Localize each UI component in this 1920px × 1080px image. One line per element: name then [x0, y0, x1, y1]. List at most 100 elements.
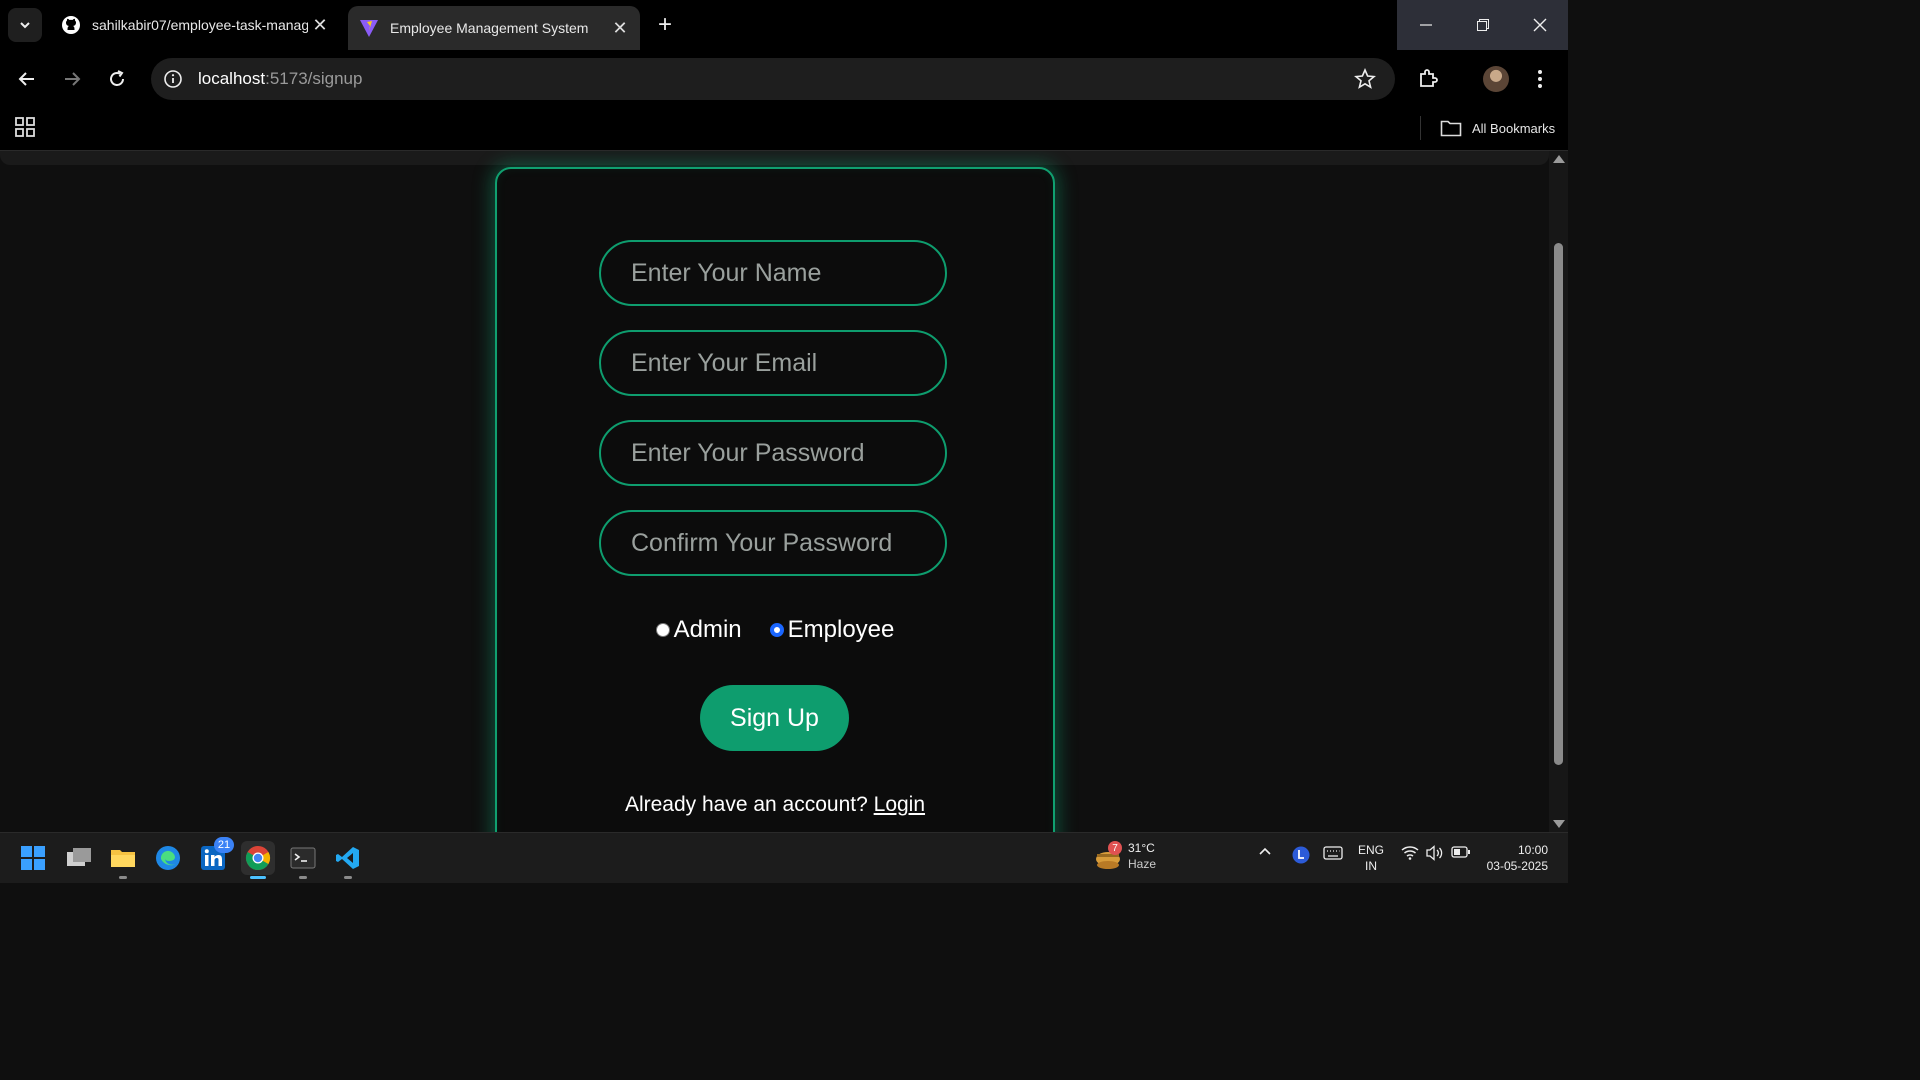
edge-icon: [156, 846, 180, 870]
linkedin-button[interactable]: 21: [196, 837, 234, 875]
scroll-thumb[interactable]: [1554, 243, 1563, 765]
profile-avatar[interactable]: [1483, 66, 1509, 92]
close-icon: [1533, 18, 1546, 32]
clock-time: 10:00: [1517, 843, 1548, 857]
tray-app-button[interactable]: [1291, 845, 1311, 865]
sign-up-button[interactable]: Sign Up: [700, 685, 849, 751]
scroll-up-arrow-icon[interactable]: [1553, 155, 1565, 163]
running-indicator: [119, 876, 127, 879]
more-vertical-icon: [1538, 70, 1542, 88]
reload-button[interactable]: [100, 62, 134, 96]
clock-app-icon: [1292, 846, 1310, 864]
notification-badge: 21: [214, 837, 234, 853]
url-path: :5173/signup: [265, 69, 363, 88]
keyboard-icon: [1323, 846, 1343, 860]
folder-icon: [1440, 119, 1462, 137]
back-button[interactable]: [10, 62, 44, 96]
bookmarks-bar: All Bookmarks: [0, 108, 1568, 151]
folder-icon: [111, 850, 135, 867]
email-input[interactable]: [599, 330, 947, 396]
chrome-icon: [245, 846, 271, 871]
system-clock[interactable]: 10:00 03-05-2025: [1482, 842, 1548, 874]
apps-grid-icon[interactable]: [14, 116, 36, 138]
tab-search-button[interactable]: [8, 8, 42, 42]
start-button[interactable]: [16, 841, 50, 875]
address-bar[interactable]: localhost:5173/signup: [151, 58, 1395, 100]
weather-widget[interactable]: 7 31°C Haze: [1094, 840, 1156, 872]
task-view-icon: [67, 848, 91, 866]
login-link[interactable]: Login: [874, 793, 925, 816]
employee-label: Employee: [787, 616, 895, 643]
running-indicator: [299, 876, 307, 879]
name-input[interactable]: [599, 240, 947, 306]
employee-radio[interactable]: [769, 623, 784, 637]
browser-toolbar: localhost:5173/signup: [0, 50, 1568, 108]
tab-github[interactable]: sahilkabir07/employee-task-manager ✕: [50, 0, 340, 50]
url-text[interactable]: localhost:5173/signup: [198, 69, 362, 89]
bookmark-star-icon[interactable]: [1353, 67, 1377, 91]
page-viewport: Admin Employee Sign Up Already have an a…: [0, 151, 1549, 832]
chrome-button[interactable]: [241, 841, 275, 879]
role-admin[interactable]: Admin: [655, 616, 742, 644]
close-window-button[interactable]: [1511, 0, 1568, 50]
reload-icon: [110, 70, 124, 86]
clock-date: 03-05-2025: [1486, 859, 1548, 873]
extensions-button[interactable]: [1411, 62, 1445, 96]
chevron-down-icon: [20, 22, 30, 29]
restore-button[interactable]: [1454, 0, 1511, 50]
vite-icon: [358, 17, 380, 39]
github-icon: [60, 14, 82, 36]
login-prompt: Already have an account? Login: [497, 793, 1053, 817]
volume-icon: [1426, 845, 1443, 861]
signup-card: Admin Employee Sign Up Already have an a…: [495, 167, 1055, 832]
all-bookmarks-button[interactable]: All Bookmarks: [1440, 116, 1555, 140]
restore-icon: [1476, 19, 1489, 31]
show-hidden-icons-button[interactable]: [1258, 845, 1272, 859]
admin-label: Admin: [673, 616, 742, 643]
close-tab-icon[interactable]: ✕: [308, 13, 332, 37]
arrow-left-icon: [18, 72, 34, 86]
role-employee[interactable]: Employee: [769, 616, 895, 644]
weather-condition: Haze: [1128, 857, 1157, 871]
scroll-down-arrow-icon[interactable]: [1553, 820, 1565, 828]
wifi-button[interactable]: [1401, 845, 1419, 861]
running-indicator: [344, 876, 352, 879]
windows-logo-icon: [21, 846, 45, 870]
volume-button[interactable]: [1425, 845, 1445, 861]
language-code: ENG: [1358, 843, 1385, 857]
terminal-button[interactable]: [286, 841, 320, 879]
edge-button[interactable]: [151, 841, 185, 875]
tab-employee-management[interactable]: Employee Management System ✕: [348, 6, 640, 50]
already-text: Already have an account?: [624, 793, 868, 816]
chevron-up-icon: [1259, 847, 1271, 855]
new-tab-button[interactable]: +: [650, 10, 680, 40]
weather-badge: 7: [1108, 841, 1122, 855]
password-input[interactable]: [599, 420, 947, 486]
task-view-button[interactable]: [62, 841, 96, 875]
file-explorer-button[interactable]: [106, 841, 140, 879]
puzzle-icon: [1420, 69, 1438, 87]
role-selector: Admin Employee: [497, 616, 1053, 644]
confirm-password-input[interactable]: [599, 510, 947, 576]
arrow-right-icon: [65, 72, 81, 86]
terminal-icon: [290, 847, 316, 869]
keyboard-button[interactable]: [1323, 845, 1343, 861]
minimize-icon: [1419, 24, 1432, 26]
page-top-edge: [0, 151, 1549, 165]
temperature: 31°C: [1128, 841, 1155, 855]
page-scrollbar[interactable]: [1549, 151, 1568, 832]
minimize-button[interactable]: [1397, 0, 1454, 50]
close-tab-icon[interactable]: ✕: [608, 16, 632, 40]
wifi-icon: [1401, 846, 1419, 860]
admin-radio[interactable]: [655, 623, 670, 637]
vscode-icon: [336, 847, 359, 869]
url-host: localhost: [198, 69, 266, 88]
input-language[interactable]: ENG IN: [1358, 842, 1384, 874]
vscode-button[interactable]: [331, 841, 365, 879]
tab-title: Employee Management System: [390, 20, 589, 36]
tab-strip: sahilkabir07/employee-task-manager ✕ Emp…: [0, 0, 1568, 50]
forward-button[interactable]: [55, 62, 89, 96]
battery-button[interactable]: [1451, 845, 1471, 859]
menu-button[interactable]: [1523, 62, 1557, 96]
site-info-icon[interactable]: [161, 67, 185, 91]
